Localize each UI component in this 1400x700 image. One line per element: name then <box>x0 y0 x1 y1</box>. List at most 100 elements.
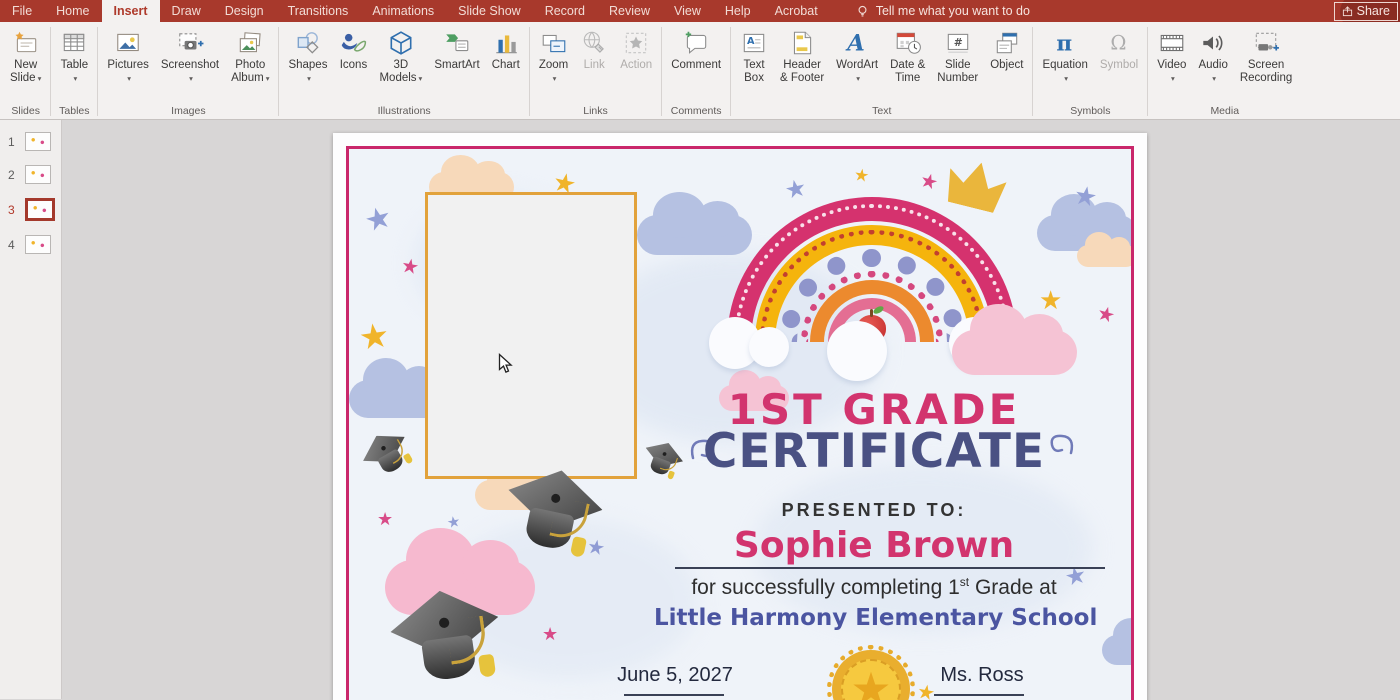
screenshot-icon <box>176 27 204 59</box>
slide-number-icon: # <box>944 27 972 59</box>
zoom-button[interactable]: Zoom <box>533 24 574 85</box>
tab-design[interactable]: Design <box>213 0 276 22</box>
slide-editor[interactable]: 1ST GRADE CERTIFICATE PRESENTED TO: Soph… <box>333 133 1147 700</box>
tab-animations[interactable]: Animations <box>360 0 446 22</box>
svg-text:π: π <box>1057 32 1073 57</box>
screen-recording-button[interactable]: Screen Recording <box>1234 24 1298 85</box>
screenshot-button[interactable]: Screenshot <box>155 24 225 85</box>
school-name-text[interactable]: Little Harmony Elementary School <box>654 605 1097 631</box>
tab-record[interactable]: Record <box>533 0 597 22</box>
tab-file[interactable]: File <box>0 0 44 22</box>
3d-models-button[interactable]: 3D Models <box>373 24 428 85</box>
date-underline <box>624 694 724 696</box>
3d-models-icon <box>387 27 415 59</box>
graduation-cap <box>354 423 423 490</box>
tab-insert[interactable]: Insert <box>101 0 160 22</box>
comment-button[interactable]: Comment <box>665 24 727 72</box>
video-icon <box>1158 27 1186 59</box>
slide-thumbnail[interactable] <box>25 165 51 184</box>
object-button[interactable]: Object <box>984 24 1029 72</box>
pictures-icon <box>114 27 142 59</box>
presented-to-label[interactable]: PRESENTED TO: <box>654 500 1094 521</box>
group-label-media: Media <box>1210 105 1240 117</box>
tab-view[interactable]: View <box>662 0 713 22</box>
tab-help[interactable]: Help <box>713 0 763 22</box>
star-icon <box>1072 181 1099 211</box>
ribbon-separator <box>528 27 530 116</box>
shapes-icon <box>294 27 322 59</box>
student-name-text[interactable]: Sophie Brown <box>654 525 1094 566</box>
text-box-icon: A <box>740 27 768 59</box>
audio-icon <box>1199 27 1227 59</box>
date-time-button[interactable]: Date & Time <box>884 24 931 85</box>
svg-text:Ω: Ω <box>1110 31 1126 54</box>
cloud-shape <box>1102 617 1131 665</box>
star-icon <box>357 318 392 356</box>
ribbon-separator <box>97 27 99 116</box>
ribbon-separator <box>1147 27 1149 116</box>
new-slide-button[interactable]: New Slide <box>4 24 47 85</box>
svg-text:#: # <box>953 36 962 49</box>
slide-thumbnail[interactable] <box>25 198 55 221</box>
star-icon <box>377 510 393 528</box>
zoom-icon <box>540 27 568 59</box>
header-footer-button[interactable]: Header & Footer <box>774 24 830 85</box>
equation-button[interactable]: π Equation <box>1036 24 1093 85</box>
ribbon-separator <box>278 27 280 116</box>
certificate-border: 1ST GRADE CERTIFICATE PRESENTED TO: Soph… <box>346 146 1134 700</box>
pictures-button[interactable]: Pictures <box>101 24 155 85</box>
video-button[interactable]: Video <box>1151 24 1192 85</box>
slide-number-button[interactable]: # Slide Number <box>931 24 984 85</box>
table-button[interactable]: Table <box>54 24 94 85</box>
chart-button[interactable]: Chart <box>486 24 526 72</box>
slide-thumbnail[interactable] <box>25 132 51 151</box>
name-underline <box>675 567 1105 569</box>
slide-thumbnail-3[interactable]: 3 <box>0 198 61 221</box>
signer-text[interactable]: Ms. Ross <box>892 664 1072 687</box>
tab-home[interactable]: Home <box>44 0 101 22</box>
photo-album-button[interactable]: Photo Album <box>225 24 275 85</box>
tab-draw[interactable]: Draw <box>160 0 213 22</box>
group-label-links: Links <box>583 105 608 117</box>
tab-transitions[interactable]: Transitions <box>276 0 361 22</box>
date-text[interactable]: June 5, 2027 <box>585 664 765 687</box>
new-slide-icon <box>12 27 40 59</box>
slide-thumbnail-2[interactable]: 2 <box>0 165 61 184</box>
text-box-button[interactable]: A Text Box <box>734 24 774 85</box>
smartart-button[interactable]: SmartArt <box>428 24 485 72</box>
tab-slide-show[interactable]: Slide Show <box>446 0 533 22</box>
certificate-title-line2[interactable]: CERTIFICATE <box>654 424 1094 479</box>
star-icon <box>362 202 396 238</box>
tell-me-label: Tell me what you want to do <box>875 4 1030 18</box>
ribbon-group-illustrations: Shapes Icons 3D Models SmartArt Chart <box>280 23 527 119</box>
slide-thumbnail[interactable] <box>25 235 51 254</box>
tab-review[interactable]: Review <box>597 0 662 22</box>
star-icon <box>446 514 462 531</box>
certificate-body-line[interactable]: for successfully completing 1st Grade at <box>654 575 1094 600</box>
audio-button[interactable]: Audio <box>1192 24 1233 85</box>
share-button[interactable]: Share <box>1333 2 1398 21</box>
table-icon <box>60 27 88 59</box>
tab-acrobat[interactable]: Acrobat <box>763 0 830 22</box>
screen-recording-icon <box>1252 27 1280 59</box>
icons-icon <box>339 27 367 59</box>
photo-placeholder[interactable] <box>425 192 637 479</box>
ribbon-group-media: Video Audio Screen Recording Media <box>1149 23 1300 119</box>
slide-thumbnail-1[interactable]: 1 <box>0 132 61 151</box>
ribbon-separator <box>730 27 732 116</box>
wordart-button[interactable]: A WordArt <box>830 24 884 85</box>
icons-button[interactable]: Icons <box>333 24 373 72</box>
star-icon <box>1095 303 1118 327</box>
header-footer-icon <box>788 27 816 59</box>
slide-thumbnail-4[interactable]: 4 <box>0 235 61 254</box>
wordart-icon: A <box>843 27 871 59</box>
scallop-cloud <box>827 321 887 381</box>
ribbon-group-slides: New Slide Slides <box>2 23 49 119</box>
tell-me-box[interactable]: Tell me what you want to do <box>856 0 1030 22</box>
shapes-button[interactable]: Shapes <box>282 24 333 85</box>
group-label-images: Images <box>171 105 206 117</box>
svg-text:A: A <box>845 31 865 57</box>
group-label-symbols: Symbols <box>1070 105 1111 117</box>
group-label-illustrations: Illustrations <box>377 105 431 117</box>
group-label-comments: Comments <box>670 105 722 117</box>
